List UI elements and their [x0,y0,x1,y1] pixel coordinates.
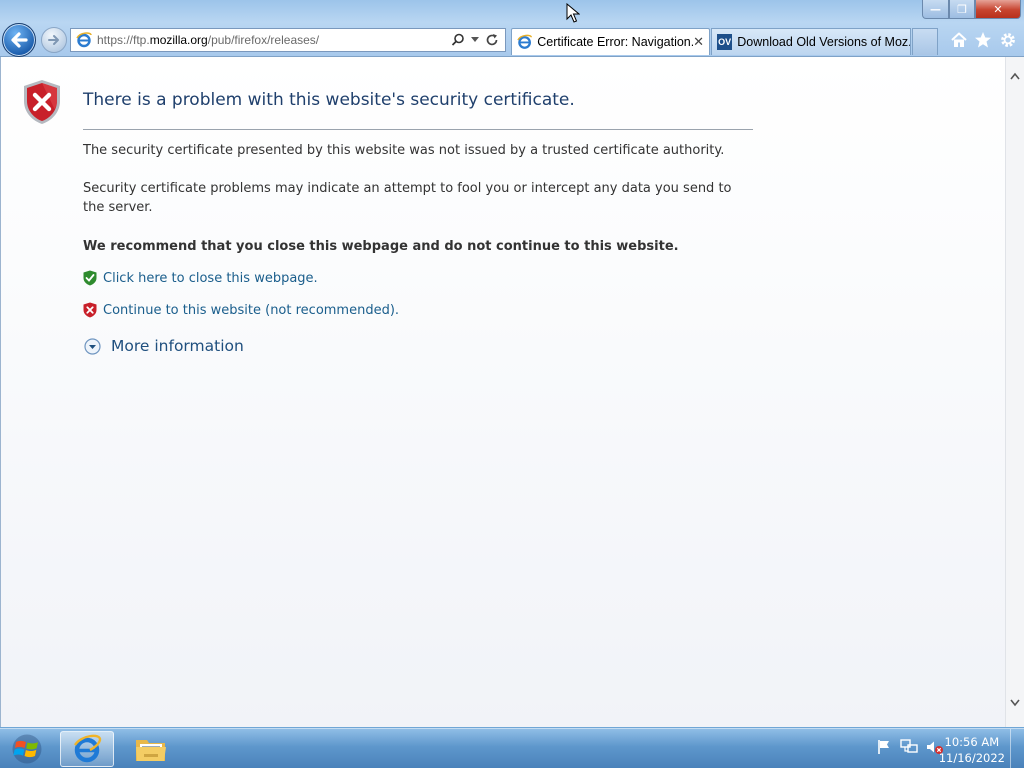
browser-chrome: https://ftp.mozilla.org/pub/firefox/rele… [0,0,1024,57]
taskbar: 10:56 AM 11/16/2022 [0,728,1024,768]
continue-website-label[interactable]: Continue to this website (not recommende… [103,303,399,318]
scroll-up-icon[interactable] [1010,72,1020,80]
new-tab-button[interactable] [912,28,938,55]
close-webpage-label[interactable]: Click here to close this webpage. [103,271,318,286]
cert-risk-description: Security certificate problems may indica… [83,181,732,215]
search-icon[interactable] [451,33,465,47]
close-window-button[interactable]: ✕ [975,0,1021,19]
forward-arrow-icon [48,35,59,45]
folder-icon [136,740,166,761]
expand-chevron-icon [84,337,101,355]
favorites-star-icon[interactable] [974,31,992,49]
network-icon[interactable] [900,739,918,755]
forward-button[interactable] [41,27,67,53]
address-bar[interactable]: https://ftp.mozilla.org/pub/firefox/rele… [70,28,506,52]
action-center-flag-icon[interactable] [876,739,892,755]
title-divider [83,129,753,130]
scroll-down-icon[interactable] [1010,699,1020,707]
start-button[interactable] [5,732,49,766]
restore-button[interactable]: ❐ [949,0,975,19]
more-information-toggle[interactable]: More information [84,337,244,355]
url-host: mozilla.org [149,33,208,47]
gear-icon[interactable] [999,31,1017,49]
taskbar-internet-explorer[interactable] [60,731,114,767]
refresh-icon[interactable] [485,33,499,47]
continue-to-website-link[interactable]: Continue to this website (not recommende… [83,302,399,318]
window-controls: — ❐ ✕ [922,0,1021,20]
system-tray [876,739,944,755]
dropdown-arrow-icon[interactable] [471,37,479,43]
tab-label: Download Old Versions of Moz... [737,35,910,49]
clock-time: 10:56 AM [944,735,1000,749]
taskbar-file-explorer[interactable] [124,731,178,767]
tab-label: Certificate Error: Navigation... [537,35,694,49]
cert-issue-description: The security certificate presented by th… [83,143,725,158]
windows-logo-icon [12,734,42,764]
back-button[interactable] [2,23,36,57]
minimize-button[interactable]: — [922,0,949,19]
home-icon[interactable] [950,31,968,49]
mouse-cursor-icon [566,3,580,23]
url-text[interactable]: https://ftp.mozilla.org/pub/firefox/rele… [97,33,451,47]
recommendation-text: We recommend that you close this webpage… [83,239,679,254]
error-shield-icon [24,80,60,124]
system-clock[interactable]: 10:56 AM 11/16/2022 [939,734,1005,766]
close-webpage-link[interactable]: Click here to close this webpage. [83,270,318,286]
clock-date: 11/16/2022 [938,751,1005,765]
ie-page-icon [76,32,92,48]
more-information-label[interactable]: More information [111,337,244,355]
show-desktop-button[interactable] [1010,729,1024,768]
page-content: There is a problem with this website's s… [0,57,1005,727]
error-title: There is a problem with this website's s… [83,90,575,110]
internet-explorer-icon [73,734,102,763]
tab-close-button[interactable]: ✕ [693,34,704,50]
back-arrow-icon [11,32,28,48]
url-prefix: https://ftp. [97,33,150,47]
ie-tab-icon [517,34,532,49]
url-path: /pub/firefox/releases/ [207,33,320,47]
ov-site-icon: OV [717,34,733,50]
tab-download-old-versions[interactable]: OV Download Old Versions of Moz... [711,28,911,55]
green-shield-check-icon [83,270,97,286]
tab-certificate-error[interactable]: Certificate Error: Navigation... ✕ [511,28,710,55]
red-shield-x-icon [83,302,97,318]
vertical-scrollbar[interactable] [1005,57,1024,727]
